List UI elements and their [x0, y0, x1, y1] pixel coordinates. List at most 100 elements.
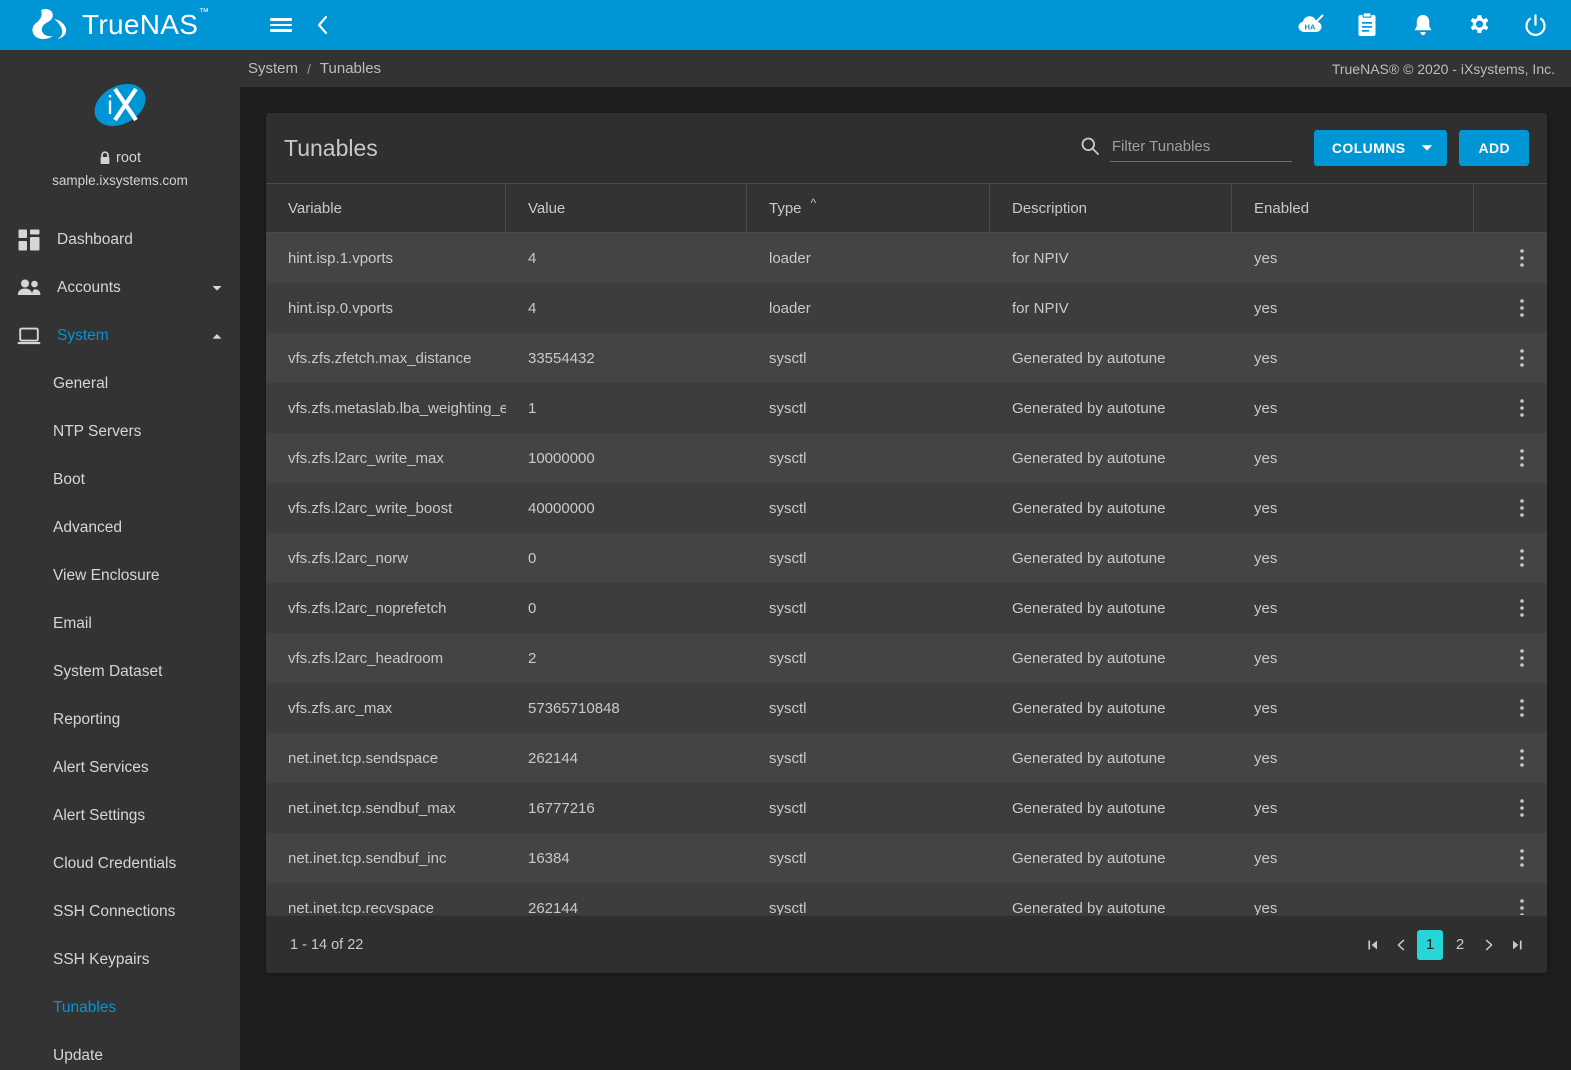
row-actions-cell — [1474, 497, 1547, 519]
previous-page-icon[interactable] — [1389, 930, 1413, 960]
first-page-icon[interactable] — [1361, 930, 1385, 960]
task-manager-icon[interactable] — [1353, 11, 1381, 39]
column-header-variable[interactable]: Variable — [266, 184, 506, 232]
card-header: Tunables COLUMNS — [266, 113, 1547, 183]
more-options-icon[interactable] — [1512, 697, 1532, 719]
table-row[interactable]: vfs.zfs.l2arc_write_max10000000sysctlGen… — [266, 433, 1547, 483]
sidebar-item-advanced[interactable]: Advanced — [0, 504, 240, 552]
sidebar-item-alert-services[interactable]: Alert Services — [0, 744, 240, 792]
more-options-icon[interactable] — [1512, 547, 1532, 569]
more-options-icon[interactable] — [1512, 597, 1532, 619]
column-header-value[interactable]: Value — [506, 184, 747, 232]
truenas-app: TrueNAS™ HA — [0, 0, 1571, 1070]
add-button[interactable]: ADD — [1459, 130, 1529, 166]
sidebar-item-alert-settings[interactable]: Alert Settings — [0, 792, 240, 840]
more-options-icon[interactable] — [1512, 647, 1532, 669]
sidebar-subitem-label: Alert Settings — [53, 807, 145, 825]
sidebar-item-dashboard[interactable]: Dashboard — [0, 216, 240, 264]
cell-type: sysctl — [747, 600, 990, 617]
next-page-icon[interactable] — [1477, 930, 1501, 960]
sidebar-subitem-label: Update — [53, 1047, 103, 1065]
sidebar-item-cloud-credentials[interactable]: Cloud Credentials — [0, 840, 240, 888]
breadcrumb-item-system[interactable]: System — [248, 60, 298, 77]
sidebar-item-tunables[interactable]: Tunables — [0, 984, 240, 1032]
sidebar-item-general[interactable]: General — [0, 360, 240, 408]
table-row[interactable]: vfs.zfs.metaslab.lba_weighting_enabled1s… — [266, 383, 1547, 433]
svg-text:i: i — [107, 90, 113, 120]
columns-button[interactable]: COLUMNS — [1314, 130, 1448, 166]
column-header-description[interactable]: Description — [990, 184, 1232, 232]
sidebar-item-reporting[interactable]: Reporting — [0, 696, 240, 744]
alerts-bell-icon[interactable] — [1409, 11, 1437, 39]
more-options-icon[interactable] — [1512, 897, 1532, 915]
brand-trademark: ™ — [199, 7, 209, 18]
table-row[interactable]: vfs.zfs.l2arc_headroom2sysctlGenerated b… — [266, 633, 1547, 683]
cell-variable: vfs.zfs.l2arc_headroom — [266, 650, 506, 667]
more-options-icon[interactable] — [1512, 747, 1532, 769]
chevron-up-icon[interactable] — [210, 329, 224, 343]
cell-description: Generated by autotune — [990, 400, 1232, 417]
cell-type: sysctl — [747, 700, 990, 717]
sidebar-subitem-label: Reporting — [53, 711, 120, 729]
more-options-icon[interactable] — [1512, 497, 1532, 519]
breadcrumb: System / Tunables — [248, 60, 381, 77]
table-row[interactable]: vfs.zfs.l2arc_norw0sysctlGenerated by au… — [266, 533, 1547, 583]
more-options-icon[interactable] — [1512, 447, 1532, 469]
page-number-2[interactable]: 2 — [1447, 930, 1473, 960]
sidebar-item-ssh-connections[interactable]: SSH Connections — [0, 888, 240, 936]
table-row[interactable]: hint.isp.1.vports4loaderfor NPIVyes — [266, 233, 1547, 283]
cell-value: 4 — [506, 250, 747, 267]
cell-type: sysctl — [747, 550, 990, 567]
table-row[interactable]: hint.isp.0.vports4loaderfor NPIVyes — [266, 283, 1547, 333]
cell-description: Generated by autotune — [990, 750, 1232, 767]
column-header-enabled[interactable]: Enabled — [1232, 184, 1474, 232]
sidebar-item-view-enclosure[interactable]: View Enclosure — [0, 552, 240, 600]
search-input[interactable] — [1110, 135, 1292, 162]
chevron-left-icon[interactable] — [306, 8, 340, 42]
cell-variable: hint.isp.1.vports — [266, 250, 506, 267]
sidebar-item-email[interactable]: Email — [0, 600, 240, 648]
sidebar-item-boot[interactable]: Boot — [0, 456, 240, 504]
filter-area — [1080, 135, 1292, 162]
power-icon[interactable] — [1521, 11, 1549, 39]
table-row[interactable]: vfs.zfs.l2arc_noprefetch0sysctlGenerated… — [266, 583, 1547, 633]
table-row[interactable]: vfs.zfs.zfetch.max_distance33554432sysct… — [266, 333, 1547, 383]
sidebar-item-system-dataset[interactable]: System Dataset — [0, 648, 240, 696]
more-options-icon[interactable] — [1512, 247, 1532, 269]
table-body[interactable]: hint.isp.1.vports4loaderfor NPIVyeshint.… — [266, 233, 1547, 915]
column-header-type[interactable]: Type ^ — [747, 184, 990, 232]
more-options-icon[interactable] — [1512, 797, 1532, 819]
sidebar-item-ntp-servers[interactable]: NTP Servers — [0, 408, 240, 456]
cell-variable: vfs.zfs.l2arc_noprefetch — [266, 600, 506, 617]
hostname-label: sample.ixsystems.com — [0, 173, 240, 188]
table-row[interactable]: net.inet.tcp.sendspace262144sysctlGenera… — [266, 733, 1547, 783]
cell-description: Generated by autotune — [990, 650, 1232, 667]
chevron-down-icon[interactable] — [210, 281, 224, 295]
cell-type: sysctl — [747, 900, 990, 916]
page-number-1[interactable]: 1 — [1417, 930, 1443, 960]
cell-description: Generated by autotune — [990, 850, 1232, 867]
page-content: Tunables COLUMNS — [240, 87, 1571, 1070]
table-row[interactable]: vfs.zfs.arc_max57365710848sysctlGenerate… — [266, 683, 1547, 733]
sidebar-item-ssh-keypairs[interactable]: SSH Keypairs — [0, 936, 240, 984]
last-page-icon[interactable] — [1505, 930, 1529, 960]
more-options-icon[interactable] — [1512, 847, 1532, 869]
sidebar-item-system[interactable]: System — [0, 312, 240, 360]
more-options-icon[interactable] — [1512, 347, 1532, 369]
sidebar-item-accounts[interactable]: Accounts — [0, 264, 240, 312]
more-options-icon[interactable] — [1512, 397, 1532, 419]
table-row[interactable]: vfs.zfs.l2arc_write_boost40000000sysctlG… — [266, 483, 1547, 533]
more-options-icon[interactable] — [1512, 297, 1532, 319]
table-row[interactable]: net.inet.tcp.sendbuf_max16777216sysctlGe… — [266, 783, 1547, 833]
top-bar-main: HA — [240, 0, 1571, 50]
sidebar-item-update[interactable]: Update — [0, 1032, 240, 1070]
lock-icon — [99, 151, 111, 165]
table-row[interactable]: net.inet.tcp.sendbuf_inc16384sysctlGener… — [266, 833, 1547, 883]
table-row[interactable]: net.inet.tcp.recvspace262144sysctlGenera… — [266, 883, 1547, 915]
hamburger-menu-icon[interactable] — [264, 8, 298, 42]
ha-status-icon[interactable]: HA — [1297, 11, 1325, 39]
column-header-actions — [1474, 184, 1547, 232]
ix-systems-logo-icon: i — [89, 76, 151, 134]
sidebar-subitem-label: System Dataset — [53, 663, 162, 681]
settings-gear-icon[interactable] — [1465, 11, 1493, 39]
